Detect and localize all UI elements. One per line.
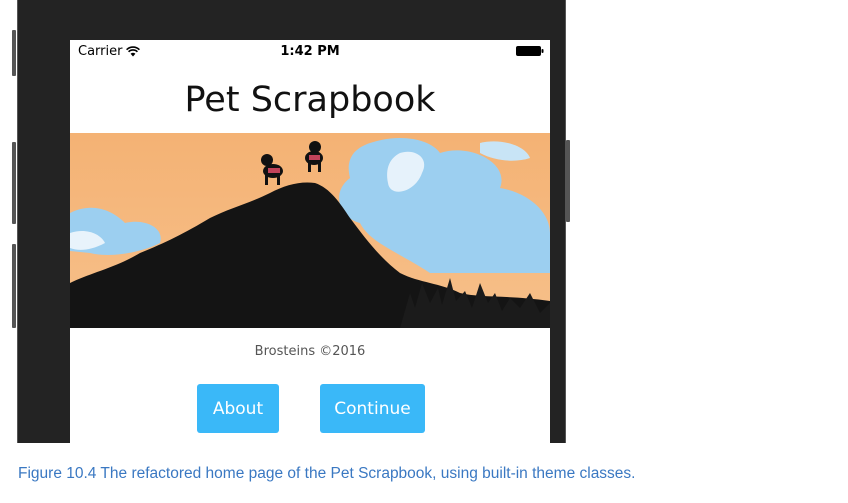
- phone-mute-switch: [12, 30, 16, 76]
- phone-frame: Carrier 1:42 PM Pet Scrapbook Brosteins …: [17, 0, 566, 443]
- hero-image: [70, 133, 550, 328]
- about-button[interactable]: About: [197, 384, 279, 433]
- status-bar: Carrier 1:42 PM: [70, 40, 550, 62]
- copyright-text: Brosteins ©2016: [254, 344, 366, 359]
- continue-button[interactable]: Continue: [320, 384, 425, 433]
- phone-screen: Carrier 1:42 PM Pet Scrapbook Brosteins …: [70, 40, 550, 443]
- figure-caption: Figure 10.4 The refactored home page of …: [18, 465, 636, 482]
- status-time: 1:42 PM: [280, 44, 340, 59]
- battery-icon: [516, 46, 544, 56]
- phone-power-button: [566, 140, 570, 222]
- phone-volume-down-button: [12, 244, 16, 328]
- page-title: Pet Scrapbook: [184, 80, 436, 120]
- figure: Carrier 1:42 PM Pet Scrapbook Brosteins …: [0, 0, 848, 503]
- phone-volume-up-button: [12, 142, 16, 224]
